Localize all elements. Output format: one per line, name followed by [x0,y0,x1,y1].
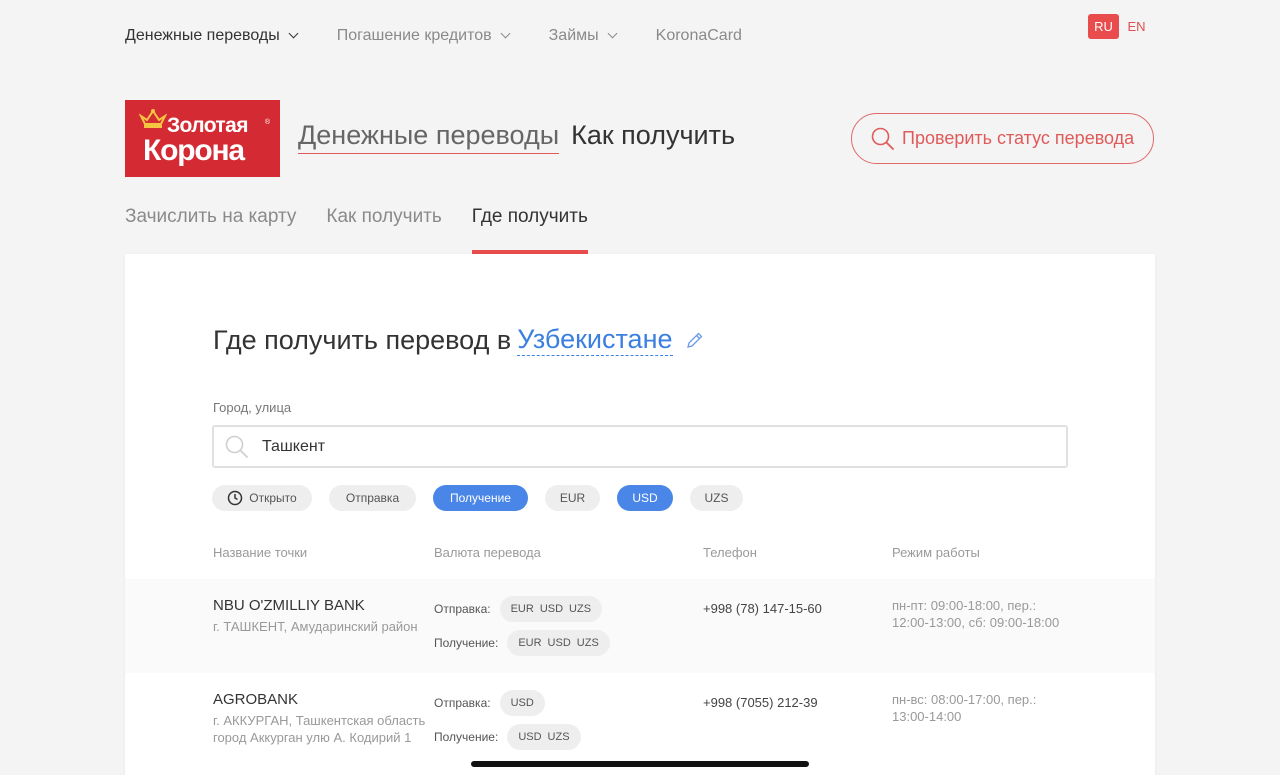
search-field [212,425,1068,468]
point-hours: пн-пт: 09:00-18:00, пер.: 12:00-13:00, с… [892,598,1060,630]
filter-open-chip[interactable]: Открыто [212,485,312,511]
table-row[interactable]: NBU O'ZMILLIY BANK г. ТАШКЕНТ, Амударинс… [125,579,1155,673]
nav-loans[interactable]: Займы [548,24,618,48]
lang-ru-button[interactable]: RU [1088,14,1119,39]
filter-usd-chip[interactable]: USD [617,485,673,511]
heading-prefix: Где получить перевод в [213,324,512,355]
send-label: Отправка: [434,696,491,710]
breadcrumb: Денежные переводы Как получить [298,120,735,154]
currency-code: USD [547,637,571,649]
point-currencies: Отправка: USD Получение: USD UZS [434,690,581,758]
receive-currencies: USD UZS [507,724,581,750]
send-label: Отправка: [434,602,491,616]
crown-icon [139,109,167,128]
locations-heading: Где получить перевод в Узбекистане [213,324,705,356]
locations-card: Где получить перевод в Узбекистане Город… [125,254,1155,775]
nav-label: Денежные переводы [125,27,280,44]
search-icon [871,127,894,150]
breadcrumb-parent-link[interactable]: Денежные переводы [298,120,560,154]
nav-label: Займы [548,27,599,44]
receive-label: Получение: [434,636,499,650]
nav-loan-repayment[interactable]: Погашение кредитов [336,24,511,48]
receive-label: Получение: [434,730,499,744]
top-nav: Денежные переводы Погашение кредитов Зай… [125,24,782,48]
nav-label: KoronaCard [655,27,742,44]
tab-where-to-receive[interactable]: Где получить [471,206,588,254]
language-switch: RU EN [1088,14,1152,39]
filter-receive-chip[interactable]: Получение [433,485,528,511]
col-currency-header: Валюта перевода [434,545,541,560]
filter-uzs-chip[interactable]: UZS [690,485,743,511]
col-hours-header: Режим работы [892,545,980,560]
nav-koronacard[interactable]: KoronaCard [656,24,742,48]
page-title: Как получить [571,120,736,150]
table-row[interactable]: AGROBANK г. АККУРГАН, Ташкентская област… [125,673,1155,767]
filter-open-label: Открыто [249,491,297,505]
point-name: NBU O'ZMILLIY BANK [213,597,365,614]
check-status-button[interactable]: Проверить статус перевода [851,113,1154,164]
search-label: Город, улица [213,400,292,415]
point-hours: пн-вс: 08:00-17:00, пер.: 13:00-14:00 [892,692,1037,724]
search-icon [225,435,248,458]
logo-registered: ® [264,119,270,126]
currency-code: UZS [547,731,570,743]
logo-line2: Корона [143,134,245,167]
send-currencies: USD [499,690,545,716]
point-name: AGROBANK [213,691,299,708]
point-address: г. ТАШКЕНТ, Амударинский район [213,619,418,634]
locations-list: NBU O'ZMILLIY BANK г. ТАШКЕНТ, Амударинс… [125,579,1155,767]
tab-credit-to-card[interactable]: Зачислить на карту [125,206,296,254]
chevron-down-icon [500,28,511,39]
currency-code: EUR [510,603,534,615]
tab-how-to-receive[interactable]: Как получить [326,206,441,254]
send-currencies: EUR USD UZS [499,596,603,622]
point-address: г. АККУРГАН, Ташкентская область город А… [213,713,426,745]
currency-code: UZS [576,637,599,649]
currency-code: UZS [569,603,592,615]
lang-en-button[interactable]: EN [1121,14,1152,39]
search-input[interactable] [262,437,1022,456]
filter-send-chip[interactable]: Отправка [329,485,416,511]
currency-code: USD [518,731,542,743]
sub-tabs: Зачислить на карту Как получить Где полу… [125,206,618,254]
check-status-label: Проверить статус перевода [902,128,1135,148]
pencil-icon[interactable] [685,330,705,350]
country-selector[interactable]: Узбекистане [517,324,673,356]
chevron-down-icon [288,28,299,39]
filter-chips: Открыто Отправка Получение EUR USD UZS [212,485,760,511]
point-phone[interactable]: +998 (7055) 212-39 [703,695,818,710]
nav-money-transfers[interactable]: Денежные переводы [125,24,299,48]
point-currencies: Отправка: EUR USD UZS Получение: EUR USD… [434,596,610,664]
point-phone[interactable]: +998 (78) 147-15-60 [703,601,822,616]
zolotaya-korona-logo[interactable]: Золотая ® Корона [125,100,280,177]
nav-label: Погашение кредитов [336,27,492,44]
col-phone-header: Телефон [703,545,757,560]
chevron-down-icon [607,28,618,39]
home-indicator [471,761,809,767]
currency-code: USD [539,603,564,615]
currency-code: EUR [518,637,542,649]
clock-icon [228,490,243,506]
currency-code: USD [510,697,534,709]
col-name-header: Название точки [213,545,308,560]
filter-eur-chip[interactable]: EUR [545,485,600,511]
receive-currencies: EUR USD UZS [507,630,610,656]
